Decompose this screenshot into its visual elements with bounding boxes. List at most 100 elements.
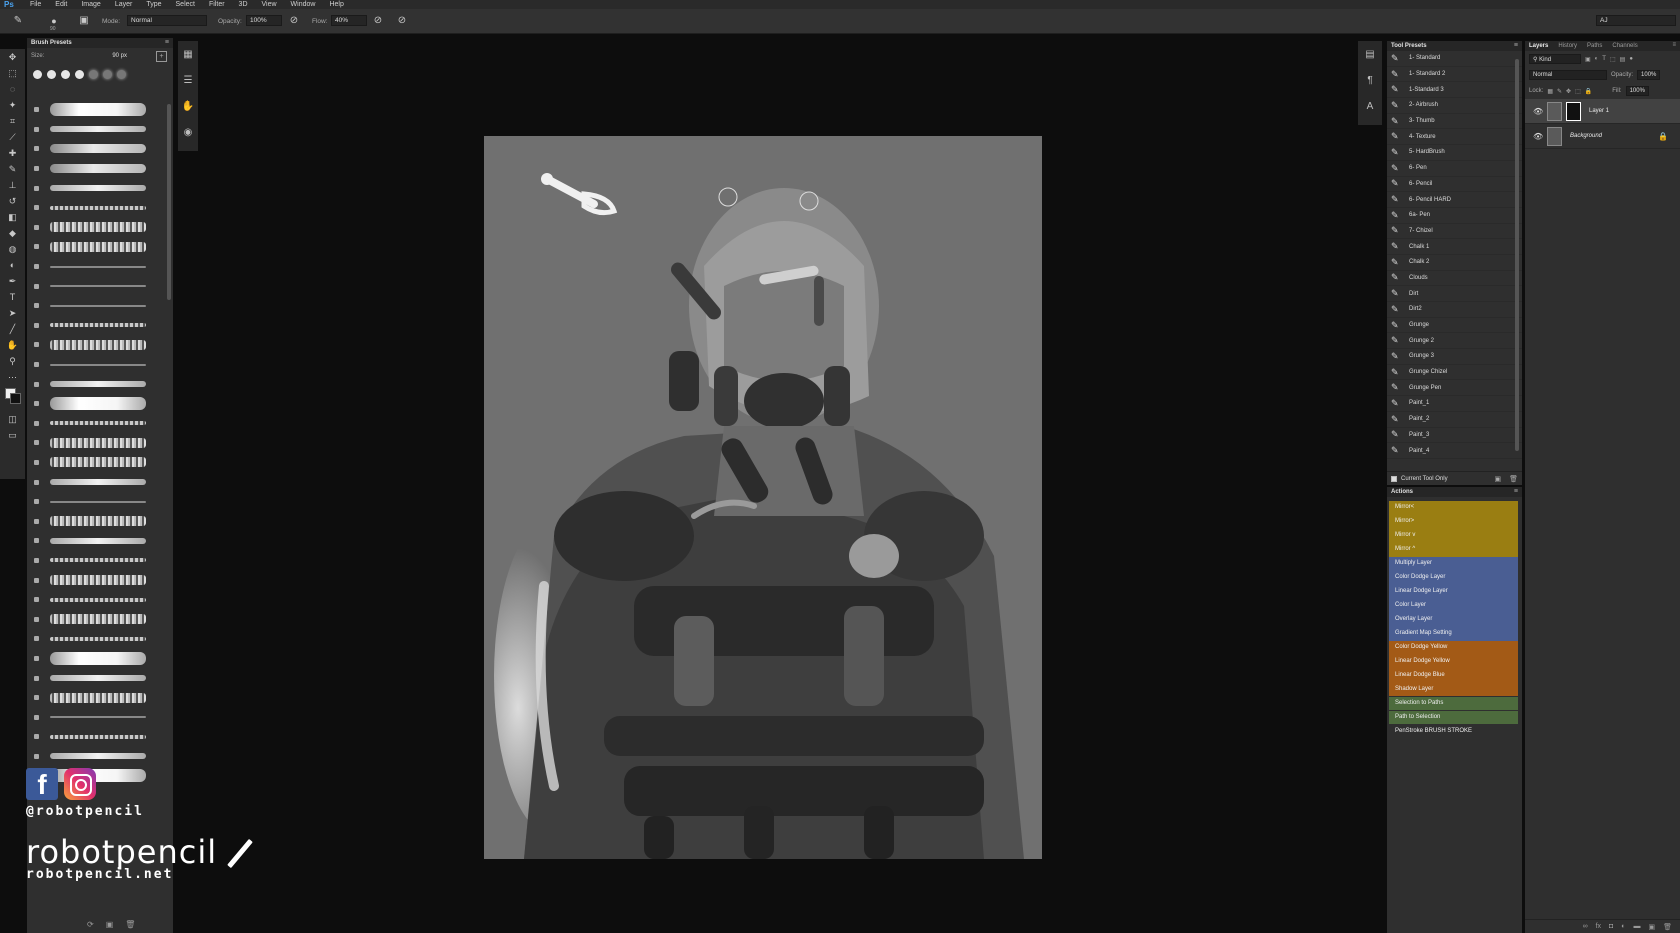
brush-preset-item[interactable] bbox=[31, 453, 161, 473]
brush-tip[interactable] bbox=[117, 70, 126, 79]
brush-scrollbar[interactable] bbox=[167, 104, 171, 300]
shape-icon[interactable]: ╱ bbox=[0, 321, 25, 337]
tool-preset-item[interactable]: ✎ Paint_1 bbox=[1387, 396, 1522, 412]
hand-panel-icon[interactable]: ✋ bbox=[178, 93, 198, 119]
brush-tip[interactable] bbox=[89, 70, 98, 79]
layer-name[interactable]: Background bbox=[1570, 133, 1602, 139]
current-tool-only-checkbox[interactable] bbox=[1391, 475, 1397, 482]
menu-window[interactable]: Window bbox=[285, 1, 324, 8]
new-layer-icon[interactable]: ▣ bbox=[1648, 923, 1655, 931]
blur-icon[interactable]: ◍ bbox=[0, 241, 25, 257]
menu-select[interactable]: Select bbox=[170, 1, 203, 8]
lock-pixels-icon[interactable]: ✎ bbox=[1557, 88, 1562, 95]
tool-preset-item[interactable]: ✎ 1- Standard bbox=[1387, 51, 1522, 67]
add-mask-icon[interactable]: ◘ bbox=[1609, 923, 1613, 930]
link-layers-icon[interactable]: ∞ bbox=[1583, 923, 1588, 930]
workspace-select[interactable]: AJ bbox=[1596, 15, 1676, 26]
fill-input[interactable]: 100% bbox=[1625, 86, 1649, 96]
filter-adjust-icon[interactable]: ◐ bbox=[1595, 56, 1599, 62]
action-button[interactable]: Multiply Layer bbox=[1389, 556, 1518, 571]
brush-preset-item[interactable] bbox=[31, 707, 161, 727]
airbrush-icon[interactable]: ⊘ bbox=[372, 15, 384, 27]
action-button[interactable]: Linear Dodge Layer bbox=[1389, 584, 1518, 599]
zoom-icon[interactable]: ⚲ bbox=[0, 353, 25, 369]
action-button[interactable]: Mirror v bbox=[1389, 528, 1518, 543]
new-tool-preset-icon[interactable]: ▣ bbox=[1494, 475, 1501, 483]
tool-preset-item[interactable]: ✎ Grunge 2 bbox=[1387, 333, 1522, 350]
action-button[interactable]: Selection to Paths bbox=[1389, 696, 1518, 711]
brush-preset-item[interactable] bbox=[31, 178, 161, 198]
tab-paths[interactable]: Paths bbox=[1587, 43, 1602, 49]
paragraph-icon[interactable]: ¶ bbox=[1358, 67, 1382, 93]
mode-select[interactable]: Normal bbox=[127, 15, 207, 26]
tool-preset-item[interactable]: ✎ 5- HardBrush bbox=[1387, 145, 1522, 161]
menu-3d[interactable]: 3D bbox=[233, 1, 256, 8]
brush-preset-item[interactable] bbox=[31, 492, 161, 512]
menu-type[interactable]: Type bbox=[140, 1, 169, 8]
brush-preset-item[interactable] bbox=[31, 296, 161, 316]
brush-tip[interactable] bbox=[61, 70, 70, 79]
tool-preset-item[interactable]: ✎ Paint_4 bbox=[1387, 443, 1522, 459]
new-preset-icon[interactable]: ▣ bbox=[106, 920, 126, 929]
filter-type-icon[interactable]: T bbox=[1602, 56, 1606, 62]
panel-menu-icon[interactable]: ≡ bbox=[1514, 488, 1518, 495]
layer-row[interactable]: 👁 Background 🔒 bbox=[1525, 124, 1680, 149]
brush-preset-item[interactable] bbox=[31, 237, 161, 257]
tool-preset-item[interactable]: ✎ 1-Standard 3 bbox=[1387, 82, 1522, 99]
panel-menu-icon[interactable]: ≡ bbox=[1514, 42, 1518, 49]
opacity-input[interactable]: 100% bbox=[246, 15, 282, 26]
pressure-opacity-icon[interactable]: ⊘ bbox=[288, 15, 300, 27]
lock-all-icon[interactable]: 🔒 bbox=[1585, 88, 1592, 95]
action-button[interactable]: Mirror> bbox=[1389, 514, 1518, 529]
tool-preset-item[interactable]: ✎ Chalk 2 bbox=[1387, 255, 1522, 271]
delete-preset-icon[interactable]: 🗑 bbox=[125, 920, 147, 929]
tool-presets-scrollbar[interactable] bbox=[1515, 59, 1519, 451]
swatches-icon[interactable]: ▦ bbox=[178, 41, 198, 67]
blend-mode-select[interactable]: Normal bbox=[1529, 70, 1607, 80]
layer-opacity-input[interactable]: 100% bbox=[1637, 70, 1661, 80]
tool-preset-item[interactable]: ✎ Chalk 1 bbox=[1387, 239, 1522, 255]
more-icon[interactable]: ⋯ bbox=[0, 369, 25, 385]
brush-preset-item[interactable] bbox=[31, 747, 161, 767]
action-button[interactable]: Linear Dodge Blue bbox=[1389, 668, 1518, 683]
brush-preset-item[interactable] bbox=[31, 394, 161, 414]
brush-preset-item[interactable] bbox=[31, 355, 161, 375]
tool-preset-item[interactable]: ✎ 6- Pencil HARD bbox=[1387, 192, 1522, 208]
tool-preset-item[interactable]: ✎ 7- Chizel bbox=[1387, 224, 1522, 240]
pen-icon[interactable]: ✒ bbox=[0, 273, 25, 289]
brush-preset-item[interactable] bbox=[31, 139, 161, 159]
action-button[interactable]: Mirror< bbox=[1389, 501, 1518, 515]
brush-preset-item[interactable] bbox=[31, 120, 161, 140]
filter-toggle-icon[interactable]: ● bbox=[1629, 56, 1633, 62]
tool-preset-item[interactable]: ✎ 3- Thumb bbox=[1387, 114, 1522, 130]
visibility-eye-icon[interactable]: 👁 bbox=[1533, 107, 1543, 116]
tool-preset-item[interactable]: ✎ Paint_3 bbox=[1387, 428, 1522, 444]
brush-preset-item[interactable] bbox=[31, 668, 161, 688]
tool-preset-item[interactable]: ✎ Dirt bbox=[1387, 286, 1522, 302]
menu-view[interactable]: View bbox=[256, 1, 285, 8]
layer-mask-thumbnail[interactable] bbox=[1566, 101, 1581, 121]
crop-icon[interactable]: ⌗ bbox=[0, 113, 25, 129]
menu-image[interactable]: Image bbox=[75, 1, 108, 8]
layer-name[interactable]: Layer 1 bbox=[1589, 108, 1609, 114]
healing-icon[interactable]: ✚ bbox=[0, 145, 25, 161]
tool-preset-item[interactable]: ✎ Grunge 3 bbox=[1387, 349, 1522, 365]
tool-preset-item[interactable]: ✎ 1- Standard 2 bbox=[1387, 67, 1522, 83]
hand-icon[interactable]: ✋ bbox=[0, 337, 25, 353]
brush-preset-item[interactable] bbox=[31, 198, 161, 218]
brush-preset-item[interactable] bbox=[31, 649, 161, 669]
tool-preset-item[interactable]: ✎ Grunge bbox=[1387, 318, 1522, 334]
properties-icon[interactable]: ▤ bbox=[1358, 41, 1382, 67]
bucket-icon[interactable]: ◆ bbox=[0, 225, 25, 241]
brush-preset-item[interactable] bbox=[31, 276, 161, 296]
brush-preset-item[interactable] bbox=[31, 159, 161, 179]
brush-preset-item[interactable] bbox=[31, 609, 161, 629]
filter-pixel-icon[interactable]: ▣ bbox=[1585, 56, 1591, 63]
character-icon[interactable]: A bbox=[1358, 93, 1382, 119]
brush-preset-item[interactable] bbox=[31, 472, 161, 492]
action-button[interactable]: Gradient Map Setting bbox=[1389, 626, 1518, 641]
menu-help[interactable]: Help bbox=[323, 1, 351, 8]
menu-filter[interactable]: Filter bbox=[203, 1, 233, 8]
adjustment-layer-icon[interactable]: ◐ bbox=[1621, 923, 1625, 930]
flow-input[interactable]: 40% bbox=[331, 15, 367, 26]
